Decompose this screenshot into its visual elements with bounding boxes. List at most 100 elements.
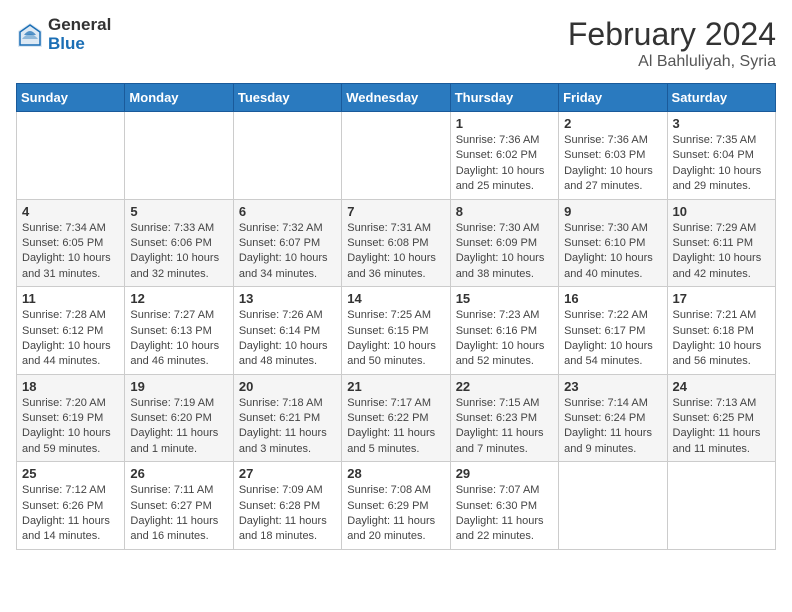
sunrise-time: Sunrise: 7:35 AM xyxy=(673,133,770,148)
day-number: 14 xyxy=(347,291,444,306)
day-info: Sunrise: 7:35 AMSunset: 6:04 PMDaylight:… xyxy=(673,133,770,195)
daylight-hours: Daylight: 10 hours and 31 minutes. xyxy=(22,252,111,279)
day-info: Sunrise: 7:07 AMSunset: 6:30 PMDaylight:… xyxy=(456,483,553,545)
sunrise-time: Sunrise: 7:13 AM xyxy=(673,396,770,411)
calendar-cell: 19Sunrise: 7:19 AMSunset: 6:20 PMDayligh… xyxy=(125,374,233,462)
sunrise-time: Sunrise: 7:34 AM xyxy=(22,221,119,236)
daylight-hours: Daylight: 10 hours and 42 minutes. xyxy=(673,252,762,279)
sunrise-time: Sunrise: 7:32 AM xyxy=(239,221,336,236)
sunset-time: Sunset: 6:28 PM xyxy=(239,499,336,514)
sunrise-time: Sunrise: 7:36 AM xyxy=(564,133,661,148)
calendar-cell: 15Sunrise: 7:23 AMSunset: 6:16 PMDayligh… xyxy=(450,287,558,375)
calendar-cell: 16 Sunrise: 7:22 AMSunset: 6:17 PMDayligh… xyxy=(559,287,667,375)
day-number: 28 xyxy=(347,466,444,481)
sunrise-time: Sunrise: 7:18 AM xyxy=(239,396,336,411)
daylight-hours: Daylight: 11 hours and 7 minutes. xyxy=(456,427,544,454)
day-number: 17 xyxy=(673,291,770,306)
day-number: 3 xyxy=(673,116,770,131)
calendar-cell xyxy=(125,112,233,200)
logo: General Blue xyxy=(16,16,111,53)
logo-icon xyxy=(16,21,44,49)
daylight-hours: Daylight: 11 hours and 14 minutes. xyxy=(22,515,110,542)
sunset-time: Sunset: 6:18 PM xyxy=(673,324,770,339)
day-number: 16 xyxy=(564,291,661,306)
sunset-time: Sunset: 6:21 PM xyxy=(239,411,336,426)
sunset-time: Sunset: 6:05 PM xyxy=(22,236,119,251)
sunset-time: Sunset: 6:11 PM xyxy=(673,236,770,251)
subtitle: Al Bahluliyah, Syria xyxy=(568,53,776,71)
sunset-time: Sunset: 6:23 PM xyxy=(456,411,553,426)
weekday-header-thursday: Thursday xyxy=(450,84,558,112)
calendar-cell: 27Sunrise: 7:09 AMSunset: 6:28 PMDayligh… xyxy=(233,462,341,550)
calendar-cell: 11Sunrise: 7:28 AMSunset: 6:12 PMDayligh… xyxy=(17,287,125,375)
weekday-header-sunday: Sunday xyxy=(17,84,125,112)
day-number: 1 xyxy=(456,116,553,131)
calendar-cell: 13Sunrise: 7:26 AMSunset: 6:14 PMDayligh… xyxy=(233,287,341,375)
daylight-hours: Daylight: 10 hours and 32 minutes. xyxy=(130,252,219,279)
day-number: 12 xyxy=(130,291,227,306)
weekday-header-saturday: Saturday xyxy=(667,84,775,112)
sunset-time: Sunset: 6:07 PM xyxy=(239,236,336,251)
calendar-cell xyxy=(559,462,667,550)
sunset-time: Sunset: 6:25 PM xyxy=(673,411,770,426)
daylight-hours: Daylight: 11 hours and 11 minutes. xyxy=(673,427,761,454)
calendar-cell: 23Sunrise: 7:14 AMSunset: 6:24 PMDayligh… xyxy=(559,374,667,462)
calendar-cell: 2Sunrise: 7:36 AMSunset: 6:03 PMDaylight… xyxy=(559,112,667,200)
daylight-hours: Daylight: 11 hours and 18 minutes. xyxy=(239,515,327,542)
calendar-cell: 20Sunrise: 7:18 AMSunset: 6:21 PMDayligh… xyxy=(233,374,341,462)
sunset-time: Sunset: 6:16 PM xyxy=(456,324,553,339)
daylight-hours: Daylight: 11 hours and 16 minutes. xyxy=(130,515,218,542)
day-info: Sunrise: 7:23 AMSunset: 6:16 PMDaylight:… xyxy=(456,308,553,370)
day-number: 9 xyxy=(564,204,661,219)
calendar-cell: 7 Sunrise: 7:31 AMSunset: 6:08 PMDaylight… xyxy=(342,199,450,287)
sunset-time: Sunset: 6:17 PM xyxy=(564,324,661,339)
day-number: 13 xyxy=(239,291,336,306)
sunrise-time: Sunrise: 7:11 AM xyxy=(130,483,227,498)
day-number: 7 xyxy=(347,204,444,219)
day-info: Sunrise: 7:31 AMSunset: 6:08 PMDaylight:… xyxy=(347,221,444,283)
calendar-cell xyxy=(342,112,450,200)
daylight-hours: Daylight: 10 hours and 38 minutes. xyxy=(456,252,545,279)
day-info: Sunrise: 7:27 AMSunset: 6:13 PMDaylight:… xyxy=(130,308,227,370)
calendar-cell: 5Sunrise: 7:33 AMSunset: 6:06 PMDaylight… xyxy=(125,199,233,287)
sunset-time: Sunset: 6:29 PM xyxy=(347,499,444,514)
calendar-cell: 12 Sunrise: 7:27 AMSunset: 6:13 PMDayligh… xyxy=(125,287,233,375)
calendar-week-4: 18Sunrise: 7:20 AMSunset: 6:19 PMDayligh… xyxy=(17,374,776,462)
calendar-cell: 18Sunrise: 7:20 AMSunset: 6:19 PMDayligh… xyxy=(17,374,125,462)
calendar-cell: 26 Sunrise: 7:11 AMSunset: 6:27 PMDayligh… xyxy=(125,462,233,550)
day-info: Sunrise: 7:21 AMSunset: 6:18 PMDaylight:… xyxy=(673,308,770,370)
daylight-hours: Daylight: 11 hours and 20 minutes. xyxy=(347,515,435,542)
sunset-time: Sunset: 6:13 PM xyxy=(130,324,227,339)
calendar-cell xyxy=(17,112,125,200)
sunrise-time: Sunrise: 7:28 AM xyxy=(22,308,119,323)
sunrise-time: Sunrise: 7:23 AM xyxy=(456,308,553,323)
daylight-hours: Daylight: 10 hours and 44 minutes. xyxy=(22,340,111,367)
daylight-hours: Daylight: 10 hours and 36 minutes. xyxy=(347,252,436,279)
day-number: 26 xyxy=(130,466,227,481)
day-number: 2 xyxy=(564,116,661,131)
day-info: Sunrise: 7:22 AMSunset: 6:17 PMDaylight:… xyxy=(564,308,661,370)
weekday-header-monday: Monday xyxy=(125,84,233,112)
sunset-time: Sunset: 6:27 PM xyxy=(130,499,227,514)
sunrise-time: Sunrise: 7:33 AM xyxy=(130,221,227,236)
calendar-cell: 8Sunrise: 7:30 AMSunset: 6:09 PMDaylight… xyxy=(450,199,558,287)
calendar-cell: 29 Sunrise: 7:07 AMSunset: 6:30 PMDayligh… xyxy=(450,462,558,550)
day-info: Sunrise: 7:09 AMSunset: 6:28 PMDaylight:… xyxy=(239,483,336,545)
sunset-time: Sunset: 6:12 PM xyxy=(22,324,119,339)
sunset-time: Sunset: 6:22 PM xyxy=(347,411,444,426)
sunset-time: Sunset: 6:24 PM xyxy=(564,411,661,426)
day-number: 29 xyxy=(456,466,553,481)
calendar-week-3: 11Sunrise: 7:28 AMSunset: 6:12 PMDayligh… xyxy=(17,287,776,375)
weekday-header-row: SundayMondayTuesdayWednesdayThursdayFrid… xyxy=(17,84,776,112)
calendar-cell: 17 Sunrise: 7:21 AMSunset: 6:18 PMDayligh… xyxy=(667,287,775,375)
sunset-time: Sunset: 6:14 PM xyxy=(239,324,336,339)
sunrise-time: Sunrise: 7:30 AM xyxy=(456,221,553,236)
day-info: Sunrise: 7:19 AMSunset: 6:20 PMDaylight:… xyxy=(130,396,227,458)
day-info: Sunrise: 7:25 AMSunset: 6:15 PMDaylight:… xyxy=(347,308,444,370)
daylight-hours: Daylight: 10 hours and 48 minutes. xyxy=(239,340,328,367)
day-info: Sunrise: 7:34 AMSunset: 6:05 PMDaylight:… xyxy=(22,221,119,283)
daylight-hours: Daylight: 10 hours and 27 minutes. xyxy=(564,165,653,192)
day-info: Sunrise: 7:13 AMSunset: 6:25 PMDaylight:… xyxy=(673,396,770,458)
sunrise-time: Sunrise: 7:14 AM xyxy=(564,396,661,411)
day-info: Sunrise: 7:29 AMSunset: 6:11 PMDaylight:… xyxy=(673,221,770,283)
